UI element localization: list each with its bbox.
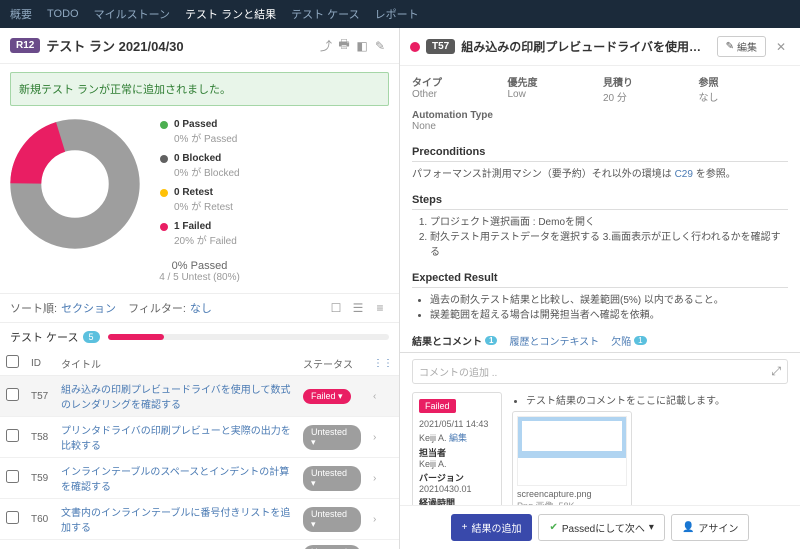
nav-overview[interactable]: 概要	[10, 6, 32, 22]
row-checkbox[interactable]	[6, 388, 19, 401]
col-status[interactable]: ステータス	[297, 351, 367, 376]
view-icon[interactable]: ☐	[327, 299, 345, 317]
edit-icon[interactable]: ✎	[371, 37, 389, 55]
run-title: テスト ラン 2021/04/30	[46, 36, 317, 55]
filter-label: フィルター:	[128, 300, 186, 316]
export-icon[interactable]: ⤴	[317, 37, 335, 55]
collapse-icon[interactable]: ≡	[371, 299, 389, 317]
print-icon[interactable]: 🖶	[335, 37, 353, 55]
tab-results[interactable]: 結果とコメント 1	[412, 333, 497, 348]
step-item: プロジェクト選択画面 : Demoを開く	[430, 215, 788, 230]
plus-icon: +	[462, 522, 468, 533]
success-banner: 新規テスト ランが正常に追加されました。	[10, 72, 389, 106]
chevron-right-icon[interactable]: ›	[373, 514, 376, 525]
status-pill[interactable]: Untested ▾	[303, 466, 361, 491]
user-icon: 👤	[682, 522, 694, 533]
tab-defects[interactable]: 欠陥 1	[611, 333, 646, 348]
row-checkbox[interactable]	[6, 470, 19, 483]
view2-icon[interactable]: ☰	[349, 299, 367, 317]
run-badge: R12	[10, 38, 40, 53]
expected-title: Expected Result	[412, 272, 788, 288]
attachment-thumb	[517, 416, 627, 486]
select-all-checkbox[interactable]	[6, 355, 19, 368]
check-icon: ✔	[549, 522, 557, 533]
status-pill[interactable]: Untested ▾	[303, 507, 361, 532]
steps-title: Steps	[412, 194, 788, 210]
tab-history[interactable]: 履歴とコンテキスト	[509, 333, 599, 348]
add-result-button[interactable]: +結果の追加	[451, 514, 533, 541]
sort-value[interactable]: セクション	[61, 300, 116, 316]
row-title[interactable]: インラインテーブルのスペースとインデントの計算を確認する	[55, 458, 297, 499]
status-pill[interactable]: Failed ▾	[303, 389, 351, 404]
chevron-down-icon: ▾	[649, 522, 654, 533]
filter-value[interactable]: なし	[190, 300, 212, 316]
edit-button[interactable]: ✎編集	[717, 36, 766, 57]
status-pill[interactable]: Untested ▾	[303, 425, 361, 450]
result-edit-link[interactable]: 編集	[449, 433, 467, 443]
expand-icon[interactable]: ⤢	[771, 364, 781, 379]
precond-link[interactable]: C29	[675, 169, 693, 180]
table-row[interactable]: T58 プリンタドライバの印刷プレビューと実際の出力を比較する Untested…	[0, 417, 399, 458]
row-checkbox[interactable]	[6, 429, 19, 442]
chevron-right-icon[interactable]: ›	[373, 473, 376, 484]
section-progress	[108, 334, 389, 340]
chart-legend: 0 Passed0% が Passed 0 Blocked0% が Blocke…	[160, 119, 240, 255]
chevron-right-icon[interactable]: ›	[373, 432, 376, 443]
nav-testcases[interactable]: テスト ケース	[291, 6, 360, 22]
preconditions-body: パフォーマンス計測用マシン（要予約）それ以外の環境は C29 を参照。	[412, 167, 788, 182]
chevron-right-icon[interactable]: ‹	[373, 391, 376, 402]
step-item: 耐久テスト用テストデータを選択する 3.画面表示が正しく行われるかを確認する	[430, 230, 788, 260]
row-id: T59	[25, 458, 55, 499]
result-comment: テスト結果のコメントをここに記載します。	[526, 392, 788, 407]
case-badge: T57	[426, 39, 455, 54]
attachment-card[interactable]: screencapture.png Png 画像, 58K	[512, 411, 632, 505]
preconditions-title: Preconditions	[412, 146, 788, 162]
col-id[interactable]: ID	[25, 351, 55, 376]
row-title[interactable]: 組み込みの印刷プレビュードライバを使用して数式のレンダリングを確認する	[55, 376, 297, 417]
table-row[interactable]: T60 文書内のインラインテーブルに番号付きリストを追加する Untested …	[0, 499, 399, 540]
row-title[interactable]: プリンタドライバの印刷プレビューと実際の出力を比較する	[55, 417, 297, 458]
status-donut-chart	[10, 119, 140, 249]
close-icon[interactable]: ✕	[772, 38, 790, 56]
col-title[interactable]: タイトル	[55, 351, 297, 376]
assign-button[interactable]: 👤アサイン	[671, 514, 749, 541]
result-status-badge: Failed	[419, 399, 456, 413]
expected-item: 誤差範囲を超える場合は開発担当者へ確認を依頼。	[430, 308, 788, 323]
section-title: テスト ケース	[10, 329, 79, 345]
row-id: T60	[25, 499, 55, 540]
status-dot-icon	[410, 42, 420, 52]
status-pill[interactable]: Untested ▾	[303, 545, 361, 549]
nav-milestone[interactable]: マイルストーン	[94, 6, 170, 22]
row-title[interactable]: 文書属性（作成者、タイトル、組織）を変更する	[55, 540, 297, 549]
row-title[interactable]: 文書内のインラインテーブルに番号付きリストを追加する	[55, 499, 297, 540]
table-row[interactable]: T61 文書属性（作成者、タイトル、組織）を変更する Untested ▾ ›	[0, 540, 399, 549]
sort-label: ソート順:	[10, 300, 57, 316]
row-id: T57	[25, 376, 55, 417]
comment-input[interactable]: コメントの追加 ..⤢	[412, 359, 788, 384]
case-title: 組み込みの印刷プレビュードライバを使用して数式のレンダリン...	[461, 38, 710, 55]
pass-next-button[interactable]: ✔Passedにして次へ▾	[538, 514, 664, 541]
nav-testruns[interactable]: テスト ランと結果	[185, 6, 276, 22]
chart-summary-sub: 4 / 5 Untest (80%)	[0, 272, 399, 283]
chart-summary: 0% Passed	[0, 260, 399, 272]
table-row[interactable]: T57 組み込みの印刷プレビュードライバを使用して数式のレンダリングを確認する …	[0, 376, 399, 417]
table-row[interactable]: T59 インラインテーブルのスペースとインデントの計算を確認する Unteste…	[0, 458, 399, 499]
expected-item: 過去の耐久テスト結果と比較し、誤差範囲(5%) 以内であること。	[430, 293, 788, 308]
row-id: T58	[25, 417, 55, 458]
row-id: T61	[25, 540, 55, 549]
row-checkbox[interactable]	[6, 511, 19, 524]
chart-icon[interactable]: ◧	[353, 37, 371, 55]
section-count: 5	[83, 331, 100, 343]
result-meta-card: Failed 2021/05/11 14:43 Keiji A. 編集 担当者K…	[412, 392, 502, 505]
pencil-icon: ✎	[726, 41, 734, 52]
nav-report[interactable]: レポート	[375, 6, 419, 22]
nav-todo[interactable]: TODO	[47, 8, 79, 20]
col-config-icon[interactable]: ⋮⋮	[373, 358, 393, 369]
